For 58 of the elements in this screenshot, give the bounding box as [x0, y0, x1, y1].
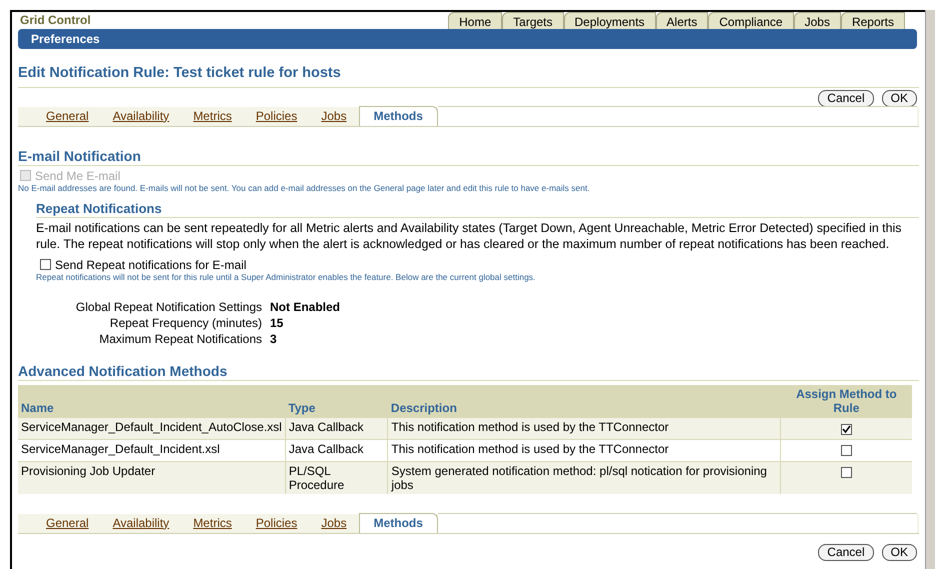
- setting-label: Maximum Repeat Notifications: [98, 330, 262, 347]
- action-button[interactable]: Cancel: [818, 544, 874, 561]
- setting-value: Not Enabled: [270, 298, 340, 315]
- nav-tab[interactable]: Alerts: [656, 12, 708, 29]
- nav-tab[interactable]: Jobs: [794, 12, 841, 29]
- tab[interactable]: Policies: [244, 106, 310, 126]
- table-cell: ServiceManager_Default_Incident_AutoClose.xsl: [18, 417, 286, 440]
- setting-value: 3: [270, 330, 278, 347]
- tab[interactable]: Methods: [358, 512, 438, 533]
- checkbox-label: Send Me E-mail: [35, 168, 120, 183]
- brand-name: Grid Control: [19, 12, 91, 29]
- hint-text: No E-mail addresses are found. E-mails will not be sent. You can add e-mail addresses on the General page later and edit this rule to have e-mails sent.: [18, 182, 591, 194]
- tab[interactable]: Metrics: [181, 512, 244, 533]
- hint-text: Repeat notifications will not be sent for this rule until a Super Administrator enables the feature. Below are the current global settings.: [36, 272, 536, 283]
- tab[interactable]: General: [34, 106, 101, 126]
- nav-tab[interactable]: Compliance: [708, 12, 794, 29]
- column-header: Type: [285, 384, 388, 418]
- action-button[interactable]: OK: [882, 90, 917, 107]
- table-cell: Provisioning Job Updater: [18, 461, 286, 494]
- nav-bar: Preferences: [18, 29, 917, 49]
- section-heading: E-mail Notification: [18, 146, 919, 166]
- checkbox-label: Send Repeat notifications for E-mail: [55, 258, 246, 272]
- subsection-heading: Repeat Notifications: [36, 200, 919, 218]
- nav-tab[interactable]: Deployments: [564, 12, 656, 29]
- table-cell: PL/SQL Procedure: [285, 461, 388, 494]
- section-heading: Advanced Notification Methods: [18, 362, 919, 381]
- tab[interactable]: Jobs: [309, 512, 359, 533]
- scrollbar[interactable]: [925, 10, 935, 569]
- description-text: E-mail notifications can be sent repeatedly for all Metric alerts and Availability states (Target Down, Agent Unreachable, Metric Error Detected) specified in this rule. The repeat notifications will stop only when the alert is acknowledged or has cleared or the maximum number of repeat notifications has been reached.: [36, 220, 902, 252]
- tab[interactable]: Jobs: [309, 106, 359, 126]
- checkbox[interactable]: [841, 444, 852, 456]
- tab[interactable]: Availability: [100, 512, 182, 533]
- setting-label: Global Repeat Notification Settings: [74, 298, 262, 315]
- tab[interactable]: Policies: [244, 512, 310, 533]
- checkbox[interactable]: [841, 424, 852, 435]
- tab[interactable]: General: [34, 512, 101, 533]
- action-button[interactable]: OK: [882, 544, 917, 561]
- setting-label: Repeat Frequency (minutes): [108, 314, 262, 331]
- tab[interactable]: Methods: [358, 106, 438, 126]
- nav-tab[interactable]: Home: [448, 12, 502, 29]
- column-header: Description: [388, 384, 781, 418]
- checkbox[interactable]: [841, 466, 852, 478]
- nav-tab[interactable]: Targets: [502, 12, 564, 29]
- table-cell: System generated notification method: pl/sql notication for provisioning jobs: [388, 461, 781, 494]
- nav-tab[interactable]: Reports: [840, 12, 905, 29]
- action-button[interactable]: Cancel: [818, 90, 874, 107]
- tab[interactable]: Availability: [100, 106, 182, 126]
- column-header: Assign Method to Rule: [780, 384, 912, 418]
- tab[interactable]: Metrics: [181, 106, 244, 126]
- setting-value: 15: [270, 314, 284, 331]
- table-cell: This notification method is used by the TTConnector: [388, 439, 781, 462]
- table-cell: Java Callback: [285, 417, 388, 440]
- table-cell: This notification method is used by the TTConnector: [388, 417, 781, 440]
- page-title: Edit Notification Rule: Test ticket rule for hosts: [18, 63, 919, 88]
- checkbox[interactable]: [40, 259, 51, 270]
- table-cell: ServiceManager_Default_Incident.xsl: [18, 439, 286, 462]
- table-cell: Java Callback: [285, 439, 388, 462]
- column-header: Name: [18, 384, 286, 418]
